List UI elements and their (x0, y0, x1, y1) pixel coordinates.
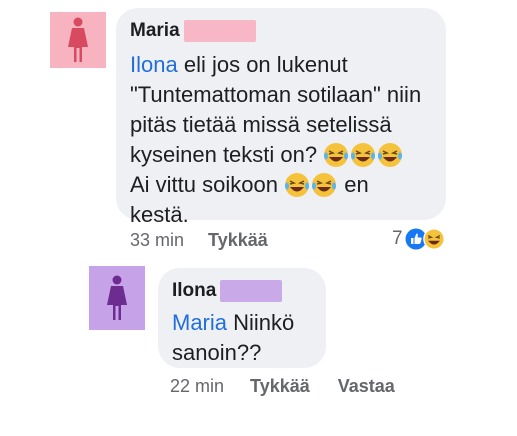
like-button[interactable]: Tykkää (250, 376, 310, 397)
reaction-count: 7 (392, 228, 403, 249)
comment-bubble: Maria Ilona eli jos on lukenut "Tuntemat… (116, 8, 446, 227)
comment-author[interactable]: Maria (130, 20, 432, 42)
comment-text: Ilona eli jos on lukenut "Tuntemattoman … (130, 52, 422, 227)
mention-link[interactable]: Ilona (130, 52, 178, 77)
laughing-emoji-icon (351, 143, 376, 167)
laughing-emoji-icon (285, 173, 310, 197)
laughing-emoji-icon (324, 143, 349, 167)
laughing-emoji-icon (312, 173, 337, 197)
reply-meta: 22 min Tykkää Vastaa (170, 376, 395, 397)
redacted-surname (183, 20, 256, 42)
reply-text: Maria Niinkö sanoin?? (172, 310, 295, 365)
laughing-icon (422, 228, 445, 250)
laughing-emoji-icon (378, 143, 403, 167)
author-name[interactable]: Ilona (172, 280, 216, 302)
female-person-icon (68, 17, 88, 62)
comment-timestamp[interactable]: 33 min (130, 230, 184, 251)
avatar[interactable] (50, 12, 106, 68)
reply-bubble: Ilona Maria Niinkö sanoin?? (158, 268, 326, 368)
like-button[interactable]: Tykkää (208, 230, 268, 251)
reaction-summary[interactable]: 7 (392, 228, 445, 250)
comment-meta: 33 min Tykkää (130, 230, 268, 251)
female-person-icon (107, 275, 127, 320)
redacted-surname (220, 280, 283, 302)
author-name[interactable]: Maria (130, 20, 180, 42)
reply-author[interactable]: Ilona (172, 280, 312, 302)
avatar[interactable] (89, 266, 145, 330)
reply-timestamp[interactable]: 22 min (170, 376, 224, 397)
mention-link[interactable]: Maria (172, 310, 227, 335)
reply-button[interactable]: Vastaa (338, 376, 395, 397)
